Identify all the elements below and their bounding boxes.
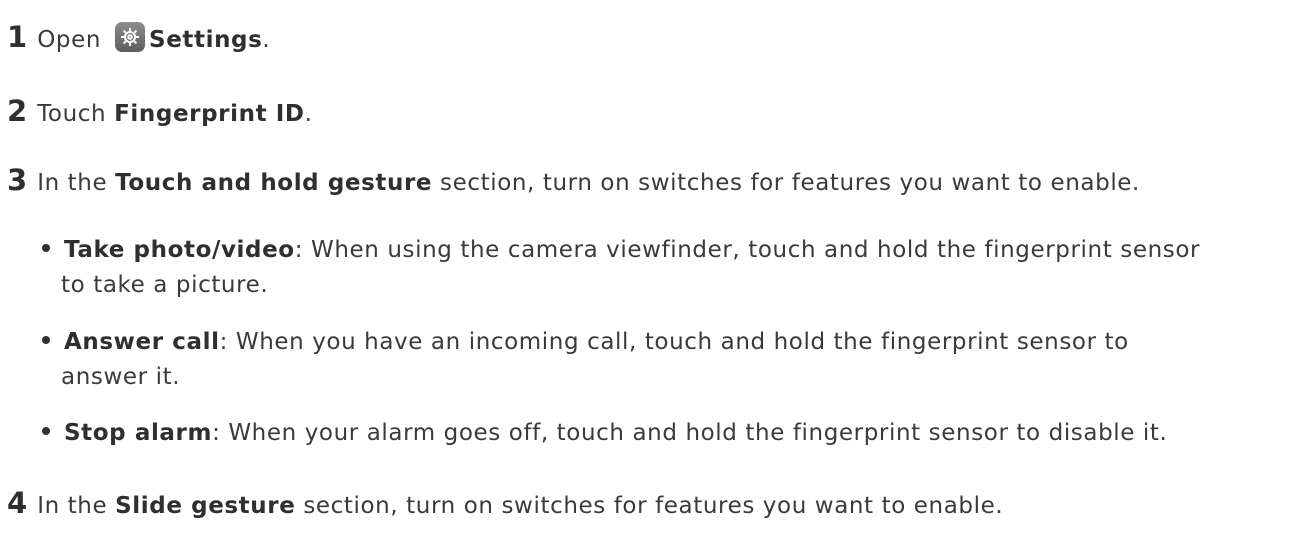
step-text-end: . [262,27,271,53]
step-number: 4 [7,486,28,520]
step-bold: Slide gesture [115,493,296,519]
bullet-dot [42,426,50,435]
step-number: 3 [7,163,28,197]
step-text-end: section, turn on switches for features y… [295,493,1004,519]
step-4: 4 In the Slide gesture section, turn on s… [7,488,1003,521]
step-bold: Fingerprint ID [114,101,305,127]
step-3: 3 In the Touch and hold gesture section, … [7,165,1140,198]
bullet-take-photo: Take photo/video: When using the camera … [42,235,1200,265]
step-text: In the [37,493,116,519]
step-text-end: section, turn on switches for features y… [432,170,1140,196]
step-text: Open [37,27,102,53]
bullet-answer-call: Answer call: When you have an incoming c… [42,327,1129,357]
step-bold: Touch and hold gesture [115,170,433,196]
step-number: 2 [7,94,28,128]
step-2: 2 Touch Fingerprint ID. [7,96,313,129]
bullet-stop-alarm: Stop alarm: When your alarm goes off, to… [42,418,1167,448]
bullet-bold: Stop alarm [64,420,213,446]
bullet-dot [42,243,50,252]
settings-gear-icon [115,21,146,52]
step-text: In the [37,170,116,196]
bullet-dot [42,335,50,344]
bullet-text: : When your alarm goes off, touch and ho… [212,420,1168,446]
step-number: 1 [7,20,28,54]
bullet-bold: Answer call [64,329,220,355]
bullet-text: : When using the camera viewfinder, touc… [294,237,1201,263]
step-text: Touch [37,101,115,127]
bullet-text: : When you have an incoming call, touch … [219,329,1129,355]
bullet-answer-call-cont: answer it. [61,364,181,390]
step-text-end: . [304,101,313,127]
bullet-bold: Take photo/video [64,237,295,263]
bullet-take-photo-cont: to take a picture. [61,272,269,298]
step-1: 1 Open Settings. [7,20,271,56]
step-bold: Settings [149,27,263,53]
